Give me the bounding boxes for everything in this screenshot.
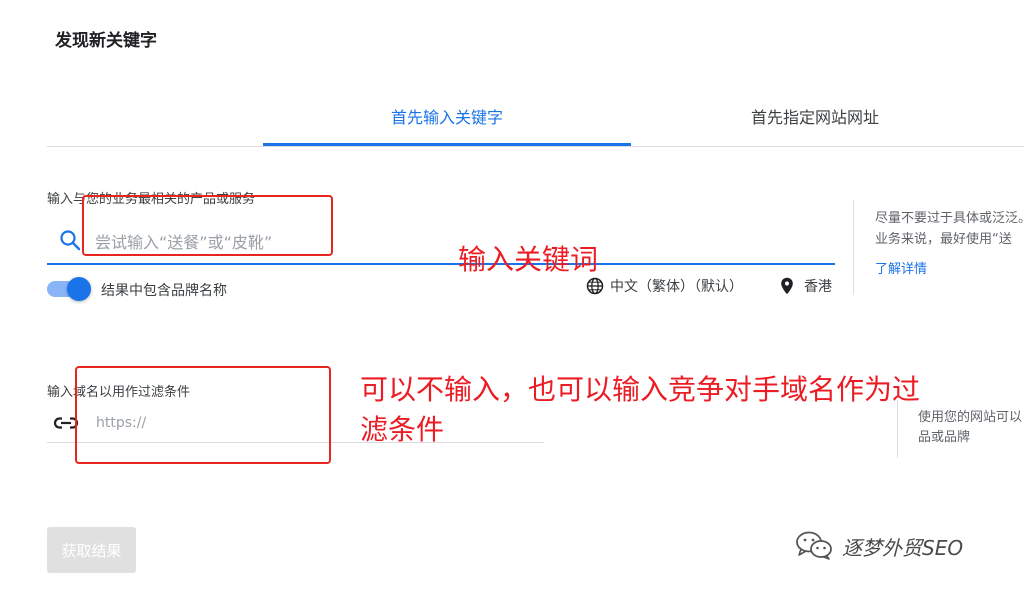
annotation-domain-note-line-1: 可以不输入，也可以输入竞争对手域名作为过 bbox=[360, 373, 921, 406]
keyword-tip-line-1: 尽量不要过于具体或泛泛。 bbox=[875, 211, 1024, 226]
tip-divider bbox=[853, 200, 854, 295]
keyword-input-underline bbox=[47, 263, 835, 265]
keyword-tip-line-2: 业务来说，最好使用“送 bbox=[875, 232, 1012, 247]
globe-icon bbox=[586, 277, 604, 295]
annotation-keyword-note: 输入关键词 bbox=[458, 243, 599, 276]
language-selector[interactable]: 中文（繁体）（默认） bbox=[610, 276, 743, 296]
brand-names-toggle[interactable] bbox=[47, 277, 91, 301]
tab-divider bbox=[47, 146, 1024, 147]
annotation-domain-note-line-2: 滤条件 bbox=[360, 413, 445, 446]
toggle-knob bbox=[67, 277, 91, 301]
wechat-icon bbox=[796, 531, 832, 560]
brand-names-toggle-label: 结果中包含品牌名称 bbox=[101, 283, 227, 299]
learn-more-link[interactable]: 了解详情 bbox=[875, 258, 927, 277]
annotation-box-domain bbox=[75, 366, 331, 464]
active-tab-indicator bbox=[263, 143, 631, 146]
tab-enter-website[interactable]: 首先指定网站网址 bbox=[700, 104, 930, 128]
annotation-box-keyword bbox=[82, 195, 333, 256]
watermark-text: 逐梦外贸SEO bbox=[842, 536, 964, 560]
annotation-domain-note: 可以不输入，也可以输入竞争对手域名作为过 滤条件 bbox=[360, 370, 920, 450]
get-results-button[interactable]: 获取结果 bbox=[47, 527, 136, 573]
domain-tip-line-1: 使用您的网站可以 bbox=[918, 410, 1023, 425]
location-selector[interactable]: 香港 bbox=[804, 276, 832, 296]
keyword-tip: 尽量不要过于具体或泛泛。 业务来说，最好使用“送 bbox=[875, 208, 1024, 250]
domain-tip: 使用您的网站可以 品或品牌 bbox=[918, 408, 1024, 448]
page-title: 发现新关键字 bbox=[55, 31, 157, 51]
domain-tip-line-2: 品或品牌 bbox=[918, 430, 971, 445]
search-icon bbox=[60, 230, 81, 251]
tab-enter-keywords[interactable]: 首先输入关键字 bbox=[263, 104, 631, 128]
location-pin-icon bbox=[781, 277, 793, 295]
